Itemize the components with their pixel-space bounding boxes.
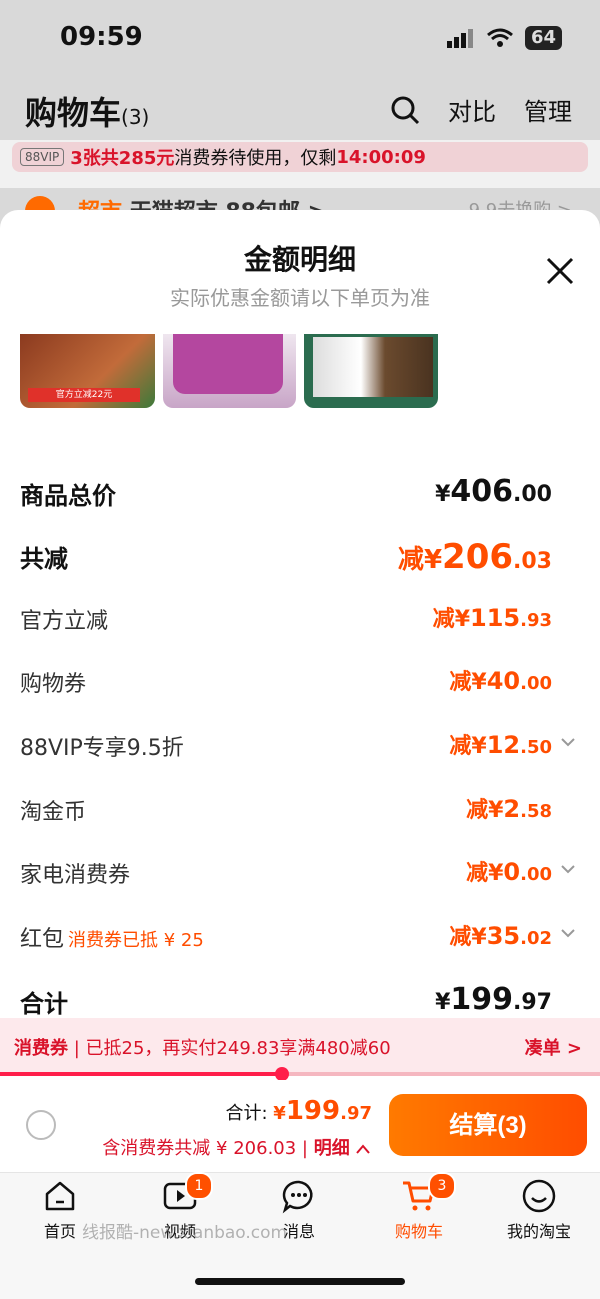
wifi-icon: [486, 28, 513, 47]
checkout-button[interactable]: 结算(3): [389, 1094, 587, 1156]
search-icon[interactable]: [390, 95, 420, 125]
home-indicator[interactable]: [195, 1278, 405, 1285]
coupon-promo-bar[interactable]: 88VIP 3张共285元 消费券待使用，仅剩 14:00:09: [12, 142, 588, 172]
row-label: 共减: [20, 545, 68, 573]
row-taojinbi: 淘金币 减¥2.58: [20, 794, 580, 830]
coupon-progress-bar[interactable]: 消费券 | 已抵25，再实付249.83享满480减60 凑单 >: [0, 1018, 600, 1072]
tab-label: 我的淘宝: [506, 1222, 571, 1241]
checkout-saved-text: 含消费券共减 ¥ 206.03 | 明细: [102, 1134, 370, 1160]
product-thumbnail[interactable]: [163, 334, 296, 408]
watermark: 线报酷-new.xianbao.com: [82, 1223, 288, 1243]
coupon-text: 消费券 | 已抵25，再实付249.83享满480减60: [14, 1038, 391, 1059]
coupon-progress-knob: [275, 1067, 289, 1081]
red-packet-tag: 消费券已抵 ¥ 25: [68, 930, 204, 951]
chevron-down-icon[interactable]: [560, 925, 576, 941]
row-value: ¥199.97: [435, 984, 552, 1017]
row-goods-total: 商品总价 ¥406.00: [20, 474, 580, 512]
sheet-subtitle: 实际优惠金额请以下单页为准: [170, 286, 430, 310]
row-value: ¥406.00: [435, 474, 552, 509]
vip-badge: 88VIP: [20, 148, 65, 166]
row-appliance-coupon[interactable]: 家电消费券 减¥0.00: [20, 857, 580, 893]
chevron-down-icon[interactable]: [560, 734, 576, 750]
cart-header: 购物车(3) 对比 管理: [0, 80, 600, 140]
promo-countdown: 14:00:09: [336, 146, 426, 168]
thumbnail-tag: 官方立减22元: [28, 388, 140, 402]
row-value: 减¥12.50: [449, 731, 552, 759]
select-all-checkbox[interactable]: [26, 1110, 56, 1140]
chat-icon: [282, 1180, 313, 1214]
chevron-down-icon[interactable]: [560, 861, 576, 877]
tab-label: 首页: [43, 1222, 76, 1241]
tab-cart[interactable]: 购物车 3: [374, 1172, 464, 1242]
product-thumbnail[interactable]: [304, 334, 438, 408]
row-official-discount: 官方立减 减¥115.93: [20, 603, 580, 639]
promo-highlight: 3张共285元: [70, 148, 175, 169]
row-shopping-voucher: 购物券 减¥40.00: [20, 666, 580, 702]
row-value: 减¥115.93: [432, 604, 552, 632]
status-time: 09:59: [60, 22, 143, 52]
add-items-link[interactable]: 凑单 >: [525, 1034, 582, 1060]
status-bar: 09:59 64: [0, 0, 600, 80]
tab-label: 消息: [282, 1222, 315, 1241]
row-red-packet[interactable]: 红包 消费券已抵 ¥ 25 减¥35.02: [20, 921, 580, 957]
row-label: 红包 消费券已抵 ¥ 25: [20, 927, 204, 952]
row-label: 淘金币: [20, 800, 87, 825]
detail-toggle[interactable]: 明细: [314, 1138, 370, 1159]
tab-label: 购物车: [394, 1222, 443, 1241]
battery-indicator: 64: [524, 26, 562, 50]
row-88vip-discount[interactable]: 88VIP专享9.5折 减¥12.50: [20, 730, 580, 766]
manage-button[interactable]: 管理: [524, 92, 572, 127]
row-value: 减¥35.02: [449, 922, 552, 950]
header-actions: 对比 管理: [390, 92, 572, 127]
row-value: 减¥206.03: [397, 537, 552, 577]
row-label: 商品总价: [20, 482, 116, 510]
signal-icon: [446, 29, 473, 48]
row-label: 合计: [20, 990, 68, 1018]
row-value: 减¥2.58: [466, 795, 552, 823]
smile-icon: [522, 1179, 556, 1213]
status-icons: 64: [446, 26, 562, 50]
row-label: 官方立减: [20, 609, 109, 634]
sheet-title: 金额明细: [243, 243, 356, 276]
row-grand-total: 合计 ¥199.97: [20, 984, 580, 1018]
chevron-up-icon: [356, 1144, 370, 1154]
row-total-discount: 共减 减¥206.03: [20, 537, 580, 577]
checkout-total: 合计: ¥199.97: [225, 1096, 372, 1126]
row-value: 减¥40.00: [449, 667, 552, 695]
promo-text: 消费券待使用，仅剩: [174, 148, 337, 169]
home-icon: [45, 1181, 75, 1211]
tab-badge: 3: [428, 1172, 456, 1200]
row-label: 88VIP专享9.5折: [20, 736, 184, 761]
coupon-progress-fill: [0, 1072, 282, 1076]
row-label: 家电消费券: [20, 863, 131, 888]
compare-button[interactable]: 对比: [448, 92, 496, 127]
row-value: 减¥0.00: [466, 858, 552, 886]
tab-my-taobao[interactable]: 我的淘宝: [494, 1178, 584, 1242]
cart-count: (3): [121, 105, 150, 129]
row-label: 购物券: [20, 672, 87, 697]
page-title: 购物车(3): [25, 94, 150, 132]
product-thumbnail[interactable]: 官方立减22元: [20, 334, 155, 408]
tab-badge: 1: [185, 1172, 213, 1200]
close-icon[interactable]: [544, 255, 576, 287]
